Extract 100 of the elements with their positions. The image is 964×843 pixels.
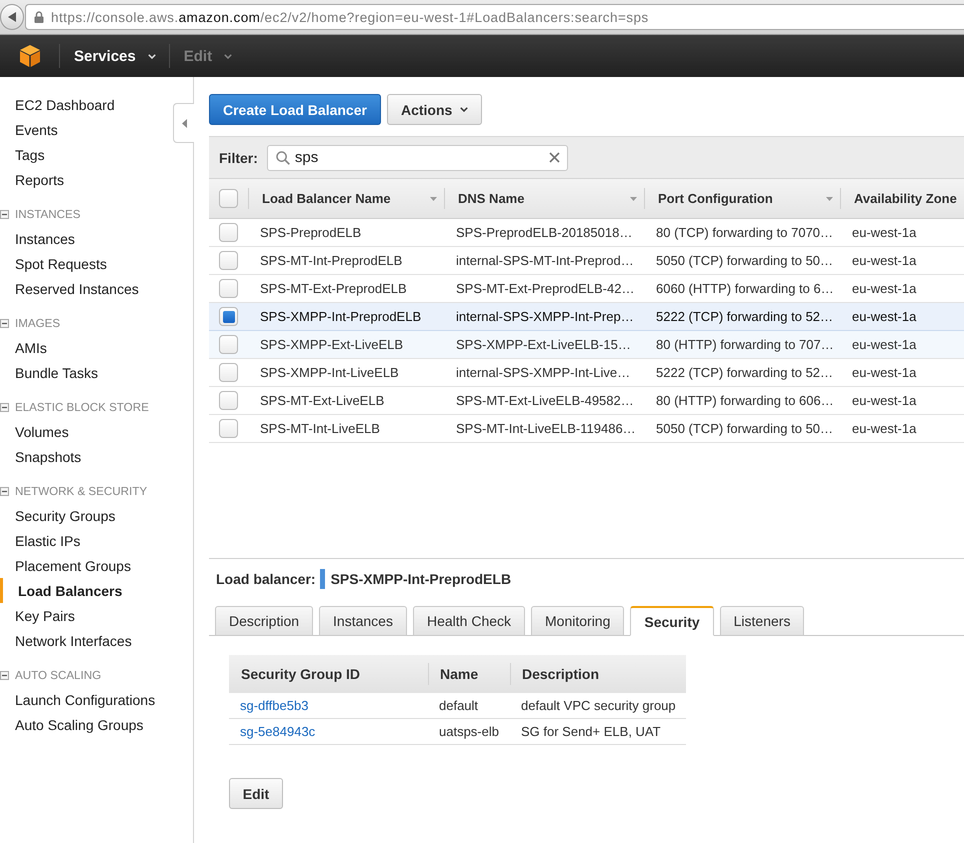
table-cell-text: 6060 (HTTP) forwarding to 6… — [655, 281, 835, 296]
sidebar-item[interactable]: EC2 Dashboard — [0, 92, 119, 117]
table-cell-text: SPS-MT-Ext-LiveELB-49582… — [455, 393, 635, 408]
clear-icon[interactable] — [548, 152, 560, 163]
table-cell-text: default VPC security group — [520, 698, 677, 713]
table-cell-text: SPS-PreprodELB-20185018… — [455, 225, 634, 240]
row-checkbox[interactable] — [219, 335, 238, 354]
tab[interactable]: Security — [630, 606, 714, 636]
sidebar-item[interactable]: Events — [0, 117, 62, 142]
security-group-link[interactable]: sg-dffbe5b3 — [240, 698, 308, 713]
table-cell-text: SPS-XMPP-Ext-LiveELB-15… — [455, 337, 632, 352]
collapse-icon[interactable] — [0, 670, 9, 680]
marker-icon — [320, 569, 325, 589]
chevron-down-icon — [224, 54, 232, 58]
column-header[interactable]: Port Configuration — [644, 188, 840, 209]
sidebar-item[interactable]: Auto Scaling Groups — [0, 712, 148, 737]
sidebar-item[interactable]: Spot Requests — [0, 251, 111, 276]
edit-button[interactable]: Edit — [229, 778, 283, 809]
filter-search-field[interactable]: sps — [266, 144, 568, 170]
column-header[interactable]: DNS Name — [444, 188, 644, 209]
row-checkbox[interactable] — [219, 419, 238, 438]
row-checkbox[interactable] — [219, 223, 238, 242]
table-cell-text: 5050 (TCP) forwarding to 50… — [655, 421, 834, 436]
select-all-checkbox[interactable] — [219, 189, 238, 208]
table-cell-text: internal-SPS-MT-Int-Preprod… — [455, 253, 635, 268]
sidebar-item[interactable]: Launch Configurations — [0, 687, 160, 712]
chevron-down-icon — [460, 107, 468, 112]
chevron-down-icon — [148, 54, 156, 58]
sidebar-item[interactable]: Instances — [0, 226, 79, 251]
collapse-icon[interactable] — [0, 486, 9, 496]
filter-label: Filter: — [219, 150, 258, 166]
tab[interactable]: Description — [215, 606, 314, 636]
row-checkbox[interactable] — [219, 251, 238, 270]
cube-logo-icon[interactable] — [20, 45, 40, 67]
table-cell-text: eu-west-1a — [851, 393, 918, 408]
collapse-icon[interactable] — [0, 402, 9, 412]
sidebar-item[interactable]: Security Groups — [0, 503, 120, 528]
sidebar-item[interactable]: Network Interfaces — [0, 628, 136, 653]
table-cell-text: internal-SPS-XMPP-Int-Live… — [455, 365, 632, 380]
section-title: AUTO SCALING — [15, 668, 102, 682]
sidebar-item[interactable]: Bundle Tasks — [0, 360, 102, 385]
sidebar-item[interactable]: Tags — [0, 142, 49, 167]
table-cell-text: SPS-MT-Ext-PreprodELB — [259, 281, 408, 296]
column-header: Description — [510, 663, 686, 685]
collapse-icon[interactable] — [0, 210, 9, 218]
table-cell-text: SPS-XMPP-Int-PreprodELB — [259, 309, 422, 324]
back-arrow-icon — [8, 12, 16, 22]
table-cell-text: 80 (TCP) forwarding to 7070… — [655, 225, 834, 240]
triangle-left-icon — [182, 118, 186, 128]
primary-button[interactable]: Create Load Balancer — [209, 94, 381, 125]
back-button[interactable] — [0, 4, 24, 30]
table-row[interactable]: SPS-XMPP-Ext-LiveELB SPS-XMPP-Ext-LiveELB-15… 80 (HTTP) forwarding to 707… eu-west-1a — [209, 331, 964, 359]
table-cell-text: SPS-XMPP-Int-LiveELB — [259, 365, 400, 380]
sidebar-item[interactable]: Reports — [0, 167, 68, 192]
sidebar-item[interactable]: Snapshots — [0, 444, 86, 469]
table-cell-text: SPS-MT-Int-LiveELB — [259, 421, 381, 436]
collapse-icon[interactable] — [0, 318, 9, 328]
table-cell-text: SPS-PreprodELB — [259, 225, 362, 240]
table-cell-text: eu-west-1a — [851, 253, 918, 268]
tab[interactable]: Health Check — [412, 606, 526, 636]
sidebar-item[interactable]: Key Pairs — [0, 603, 79, 628]
detail-label: Load balancer: — [216, 571, 316, 587]
table-cell-text: SG for Send+ ELB, UAT — [520, 724, 662, 739]
table-cell-text: 5222 (TCP) forwarding to 52… — [655, 365, 834, 380]
row-checkbox[interactable] — [219, 307, 238, 326]
section-title: IMAGES — [15, 316, 60, 330]
collapse-sidebar-button[interactable] — [173, 103, 194, 143]
table-cell-text: default — [438, 698, 480, 713]
table-cell-text: eu-west-1a — [851, 281, 918, 296]
tab[interactable]: Instances — [319, 606, 407, 636]
dropdown-button[interactable]: Actions — [386, 94, 482, 125]
tab[interactable]: Monitoring — [531, 606, 624, 636]
table-cell-text: SPS-MT-Int-PreprodELB — [259, 253, 404, 268]
sidebar-item[interactable]: Elastic IPs — [0, 528, 84, 553]
lock-icon — [34, 11, 44, 23]
sidebar-item[interactable]: Placement Groups — [0, 553, 135, 578]
table-cell-text: SPS-MT-Ext-PreprodELB-42… — [455, 281, 636, 296]
sidebar-item[interactable]: Reserved Instances — [0, 276, 143, 301]
table-row[interactable]: SPS-XMPP-Int-PreprodELB internal-SPS-XMPP-Int-Prep… 5222 (TCP) forwarding to 52… eu-west-1a — [209, 303, 964, 331]
menu-button[interactable]: Services — [59, 44, 169, 68]
tab[interactable]: Listeners — [720, 606, 804, 636]
column-header[interactable]: Availability Zone — [840, 188, 964, 209]
table-cell-text: 80 (HTTP) forwarding to 606… — [655, 393, 835, 408]
sidebar-item[interactable]: Load Balancers — [0, 578, 126, 603]
search-icon — [276, 150, 290, 164]
table-cell-text: 5050 (TCP) forwarding to 50… — [655, 253, 834, 268]
section-title: INSTANCES — [15, 208, 80, 220]
sidebar-item[interactable]: Volumes — [0, 419, 73, 444]
table-cell-text: uatsps-elb — [438, 724, 500, 739]
address-bar[interactable]: https://console.aws.amazon.com/ec2/v2/home?region=eu-west-1#LoadBalancers:search=sps — [25, 4, 964, 30]
sidebar-item[interactable]: AMIs — [0, 335, 51, 360]
table-cell-text: eu-west-1a — [851, 337, 918, 352]
column-header: Security Group ID — [240, 665, 362, 684]
row-checkbox[interactable] — [219, 279, 238, 298]
security-group-link[interactable]: sg-5e84943c — [240, 724, 316, 739]
row-checkbox[interactable] — [219, 391, 238, 410]
row-checkbox[interactable] — [219, 363, 238, 382]
column-header[interactable]: Load Balancer Name — [248, 188, 444, 209]
table-cell-text: SPS-MT-Int-LiveELB-119486… — [455, 421, 637, 436]
table-cell-text: eu-west-1a — [851, 309, 918, 324]
